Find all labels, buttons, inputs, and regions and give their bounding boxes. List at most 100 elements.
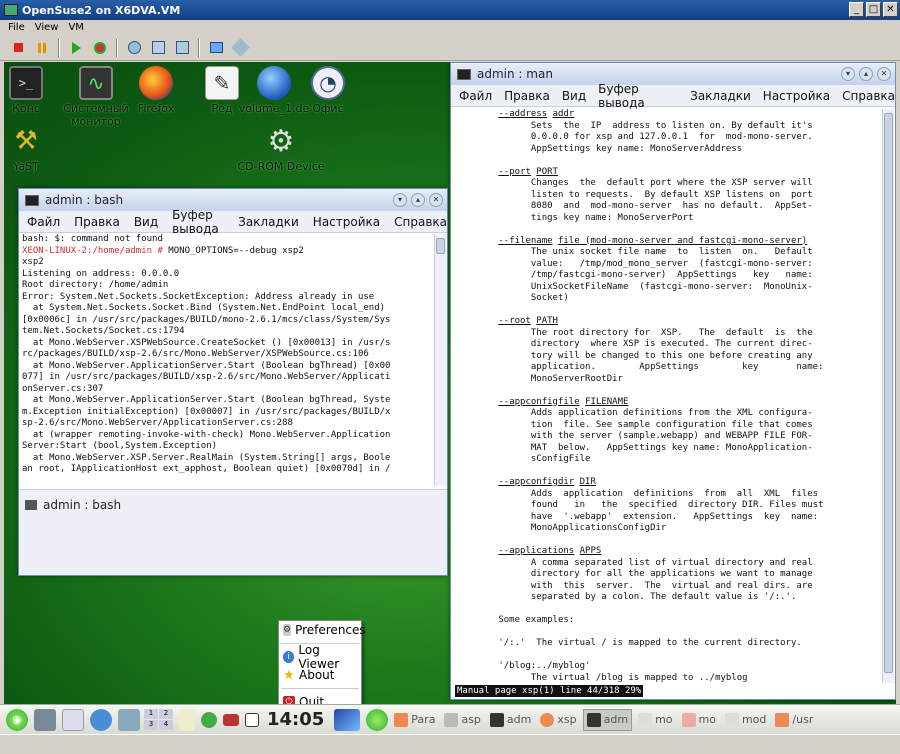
terminal-line: [0x0006c] in /usr/src/packages/BUILD/mon… xyxy=(22,314,391,325)
play-icon[interactable] xyxy=(66,38,86,58)
man-scrollbar[interactable] xyxy=(882,109,894,683)
maximize-button[interactable]: □ xyxy=(866,2,881,17)
man-body-line: sConfigFile xyxy=(455,454,591,464)
menu-bookmarks[interactable]: Закладки xyxy=(238,215,299,229)
desktop-pager[interactable]: 1 2 3 4 xyxy=(144,709,173,730)
settings-icon[interactable] xyxy=(230,38,250,58)
revert-icon[interactable] xyxy=(148,38,168,58)
man-statusline: Manual page xsp(1) line 44/318 29% xyxy=(455,685,644,697)
taskbar-panel: ◉ 1 2 3 4 14:05 Para asp adm xsp adm mo … xyxy=(0,704,900,734)
scrollbar-thumb[interactable] xyxy=(436,238,445,254)
close-button[interactable]: ✕ xyxy=(883,2,898,17)
scrollbar-thumb[interactable] xyxy=(884,113,893,673)
vm-title: OpenSuse2 on X6DVA.VM xyxy=(22,3,181,17)
terminal-line: m.Exception initialException) [0x00007] … xyxy=(22,406,391,417)
task-mod[interactable]: mod xyxy=(722,709,769,731)
task-asp[interactable]: asp xyxy=(441,709,483,731)
desktop-icon-cdrom[interactable]: ⚙ CD-ROM Device xyxy=(236,124,326,174)
man-body-line: The root directory for XSP. The default … xyxy=(455,327,813,338)
maximize-button[interactable]: ▴ xyxy=(411,193,425,207)
menu-scrollback[interactable]: Буфер вывода xyxy=(172,208,224,236)
start-menu-icon[interactable]: ◉ xyxy=(6,708,28,731)
menu-scrollback[interactable]: Буфер вывода xyxy=(598,82,678,110)
pager-desktop-4[interactable]: 4 xyxy=(159,720,173,730)
menu-item-log-viewer[interactable]: i Log Viewer xyxy=(279,643,361,671)
stop-icon[interactable] xyxy=(8,38,28,58)
minimize-button[interactable]: ▾ xyxy=(393,193,407,207)
bash-scrollbar[interactable] xyxy=(434,234,446,486)
menu-settings[interactable]: Настройка xyxy=(763,89,830,103)
pager-desktop-1[interactable]: 1 xyxy=(144,709,158,719)
man-body-line: found in the specified directory DIR. Fi… xyxy=(455,500,824,510)
globe-icon xyxy=(257,66,291,100)
menu-edit[interactable]: Правка xyxy=(74,215,120,229)
menu-view[interactable]: Вид xyxy=(134,215,158,229)
menu-settings[interactable]: Настройка xyxy=(313,215,380,229)
pager-desktop-3[interactable]: 3 xyxy=(144,720,158,730)
send-icon[interactable] xyxy=(206,38,226,58)
terminal-line: tem.Net.Sockets/Socket.cs:1794 xyxy=(22,326,185,336)
task-para[interactable]: Para xyxy=(391,709,438,731)
display-icon[interactable] xyxy=(245,712,259,727)
menu-bookmarks[interactable]: Закладки xyxy=(690,89,751,103)
task-xsp[interactable]: xsp xyxy=(537,709,579,731)
updater-icon[interactable] xyxy=(201,711,217,728)
file-manager-icon[interactable] xyxy=(34,708,56,731)
suse-icon[interactable] xyxy=(366,708,389,731)
menu-edit[interactable]: Правка xyxy=(504,89,550,103)
browser-icon[interactable] xyxy=(90,708,112,731)
menu-file[interactable]: Файл xyxy=(27,215,60,229)
clipboard-icon[interactable] xyxy=(179,708,195,731)
man-option-heading: --applications APPS xyxy=(498,546,602,556)
terminal-line: at Mono.WebServer.XSP.Server.RealMain (S… xyxy=(22,452,391,463)
network-icon[interactable] xyxy=(118,708,140,731)
task-usr[interactable]: /usr xyxy=(772,709,816,731)
reset-icon[interactable] xyxy=(90,38,110,58)
snapshot-icon[interactable] xyxy=(124,38,144,58)
menu-vm[interactable]: VM xyxy=(68,20,83,35)
star-icon: ★ xyxy=(283,667,295,683)
pager-desktop-2[interactable]: 2 xyxy=(159,709,173,719)
notes-icon[interactable] xyxy=(62,708,84,731)
terminal-line: at Mono.WebServer.ApplicationServer.Star… xyxy=(22,360,391,371)
minimize-button[interactable]: ▾ xyxy=(841,67,855,81)
man-examples-heading: Some examples: xyxy=(455,615,575,625)
man-window[interactable]: admin : man ▾ ▴ ✕ Файл Правка Вид Буфер … xyxy=(450,62,896,700)
menu-help[interactable]: Справка xyxy=(842,89,895,103)
bash-window[interactable]: admin : bash ▾ ▴ ✕ Файл Правка Вид Буфер… xyxy=(18,188,448,576)
desktop-icon-office[interactable]: ◔ Офис xyxy=(288,66,368,115)
task-mo-2[interactable]: mo xyxy=(679,709,719,731)
close-button[interactable]: ✕ xyxy=(877,67,891,81)
menu-view[interactable]: Вид xyxy=(562,89,586,103)
manage-snapshots-icon[interactable] xyxy=(172,38,192,58)
menu-file[interactable]: File xyxy=(8,20,25,35)
menu-view[interactable]: View xyxy=(35,20,59,35)
close-button[interactable]: ✕ xyxy=(429,193,443,207)
pause-icon[interactable] xyxy=(32,38,52,58)
menu-item-preferences[interactable]: ⚙ Preferences xyxy=(279,621,366,639)
show-desktop-icon[interactable] xyxy=(334,708,361,731)
terminal-line: Root directory: /home/admin xyxy=(22,280,169,290)
task-mo-1[interactable]: mo xyxy=(635,709,675,731)
tab-admin-bash[interactable]: admin : bash xyxy=(25,498,447,512)
bash-terminal-output[interactable]: bash: $: command not found XEON-LINUX-2:/… xyxy=(22,234,434,486)
maximize-button[interactable]: ▴ xyxy=(859,67,873,81)
terminal-line: at System.Net.Sockets.Socket.Bind (Syste… xyxy=(22,303,386,313)
menu-help[interactable]: Справка xyxy=(394,215,447,229)
vm-menubar: File View VM xyxy=(0,20,900,35)
task-adm-2[interactable]: adm xyxy=(582,708,633,731)
man-body-line: Adds application definitions from all XM… xyxy=(455,488,819,499)
menu-file[interactable]: Файл xyxy=(459,89,492,103)
desktop-icon-yast[interactable]: ⚒ YaST xyxy=(4,124,66,173)
terminal-line: XEON-LINUX-2:/home/admin # MONO_OPTIONS=… xyxy=(22,245,304,256)
minimize-button[interactable]: _ xyxy=(849,2,864,17)
man-option-heading: --appconfigfile FILENAME xyxy=(498,396,629,407)
bash-titlebar[interactable]: admin : bash ▾ ▴ ✕ xyxy=(19,189,447,211)
man-page-output[interactable]: --address addr Sets the IP address to li… xyxy=(455,109,879,683)
task-adm-1[interactable]: adm xyxy=(487,709,534,731)
keyboard-layout-icon[interactable] xyxy=(223,713,239,726)
panel-clock[interactable]: 14:05 xyxy=(267,709,324,730)
